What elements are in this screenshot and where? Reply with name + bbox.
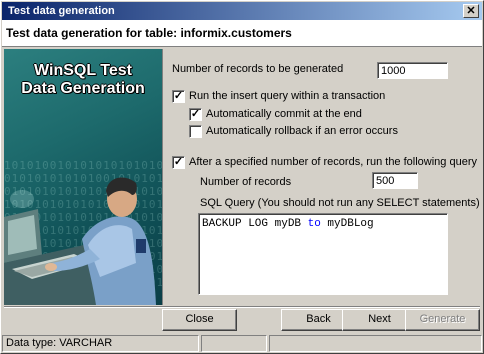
next-button-label: Next xyxy=(368,313,391,325)
records-input[interactable]: 1000 xyxy=(377,62,448,79)
sql-text: BACKUP LOG myDB xyxy=(202,218,308,230)
transaction-label[interactable]: Run the insert query within a transactio… xyxy=(189,90,385,102)
close-icon: ✕ xyxy=(466,5,476,17)
rollback-checkbox[interactable] xyxy=(189,125,202,138)
sql-query-textarea[interactable]: BACKUP LOG myDB to myDBLog xyxy=(198,213,448,295)
page-header: Test data generation for table: informix… xyxy=(2,20,482,47)
status-cell-2 xyxy=(201,335,267,352)
back-button-label: Back xyxy=(306,313,331,325)
commit-label[interactable]: Automatically commit at the end xyxy=(206,108,362,120)
sql-keyword-to: to xyxy=(307,218,321,230)
title-bar[interactable]: Test data generation ✕ xyxy=(2,2,482,20)
close-button-label: Close xyxy=(185,313,214,325)
num-records-label: Number of records xyxy=(200,176,292,188)
records-label: Number of records to be generated xyxy=(172,63,344,75)
after-query-checkbox[interactable]: ✓ xyxy=(172,156,185,169)
rollback-label[interactable]: Automatically rollback if an error occur… xyxy=(206,125,398,137)
generate-button-label: Generate xyxy=(419,313,466,325)
sql-query-label: SQL Query (You should not run any SELECT… xyxy=(200,197,480,209)
num-records-input[interactable]: 500 xyxy=(372,172,418,189)
close-window-button[interactable]: ✕ xyxy=(463,4,479,18)
banner-image: 1010100101010101010101010101010 01010101… xyxy=(4,49,163,305)
generate-button[interactable]: Generate xyxy=(405,309,480,331)
after-query-label[interactable]: After a specified number of records, run… xyxy=(189,156,477,168)
close-button[interactable]: Close xyxy=(162,309,237,331)
button-separator xyxy=(4,306,480,308)
transaction-checkbox[interactable]: ✓ xyxy=(172,90,185,103)
status-cell-3 xyxy=(269,335,482,352)
page-title: Test data generation for table: informix… xyxy=(6,26,292,40)
window-title: Test data generation xyxy=(8,5,115,17)
sql-text-end: myDBLog xyxy=(320,218,374,230)
status-data-type: Data type: VARCHAR xyxy=(2,335,199,352)
commit-checkbox[interactable]: ✓ xyxy=(189,108,202,121)
banner-title: WinSQL Test Data Generation xyxy=(21,62,145,97)
